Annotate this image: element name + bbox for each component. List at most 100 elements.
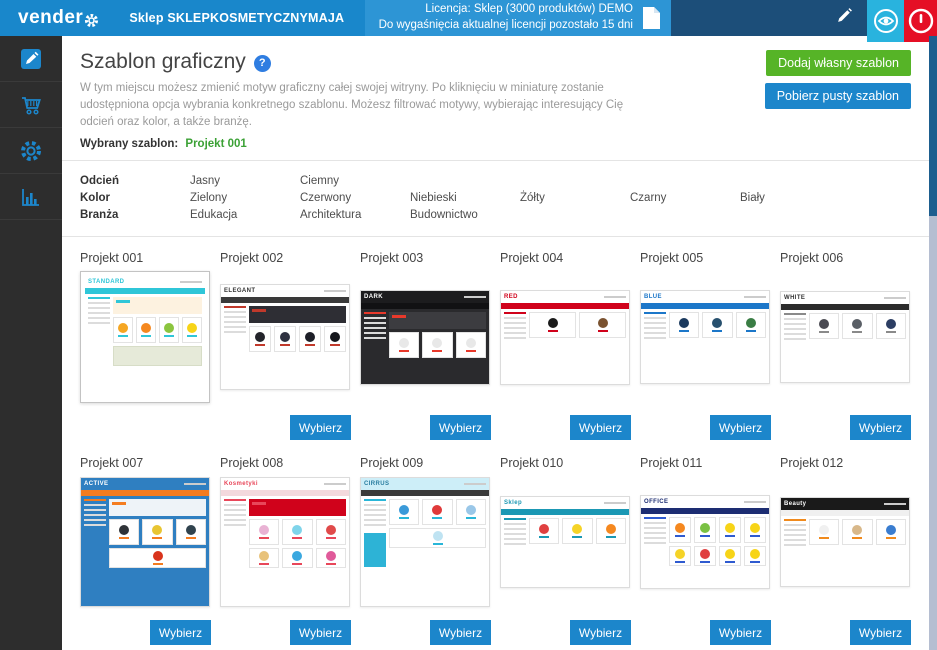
- thumb-logo: CIRRUS: [364, 481, 389, 487]
- filter-row: KolorZielonyCzerwonyNiebieskiŻółtyCzarny…: [80, 190, 929, 207]
- thumb-product-row: [529, 518, 626, 544]
- pencil-icon[interactable]: [836, 7, 853, 29]
- thumb-logo: RED: [504, 294, 518, 300]
- wybierz-button[interactable]: Wybierz: [290, 620, 351, 645]
- filter-option[interactable]: Niebieski: [410, 190, 520, 207]
- filter-option[interactable]: Biały: [740, 190, 850, 207]
- wybierz-button[interactable]: Wybierz: [430, 415, 491, 440]
- template-card: Projekt 011 OFFICE Wybierz: [640, 456, 780, 645]
- wybierz-button[interactable]: Wybierz: [570, 620, 631, 645]
- sidebar: [0, 36, 62, 650]
- template-title: Projekt 008: [220, 456, 360, 472]
- wybierz-button[interactable]: Wybierz: [710, 415, 771, 440]
- wybierz-button[interactable]: Wybierz: [290, 415, 351, 440]
- filter-panel: OdcieńJasnyCiemnyKolorZielonyCzerwonyNie…: [62, 161, 929, 237]
- filter-option[interactable]: Budownictwo: [410, 207, 520, 224]
- scrollbar-thumb[interactable]: [929, 36, 937, 216]
- page-description: W tym miejscu możesz zmienić motyw grafi…: [80, 80, 655, 131]
- template-thumbnail[interactable]: WHITE: [780, 291, 910, 383]
- filter-option[interactable]: Edukacja: [190, 207, 300, 224]
- template-title: Projekt 004: [500, 251, 640, 267]
- filter-row: BranżaEdukacjaArchitekturaBudownictwo: [80, 207, 929, 224]
- download-empty-template-button[interactable]: Pobierz pusty szablon: [765, 83, 911, 109]
- template-thumbnail[interactable]: Beauty: [780, 497, 910, 587]
- filter-option[interactable]: Architektura: [300, 207, 410, 224]
- wybierz-button[interactable]: Wybierz: [430, 620, 491, 645]
- template-card: Projekt 009CIRRUSWybierz: [360, 456, 500, 645]
- wybierz-button[interactable]: Wybierz: [710, 620, 771, 645]
- page-title: Szablon graficzny: [80, 50, 246, 74]
- filter-option[interactable]: Zielony: [190, 190, 300, 207]
- thumb-product-row: [249, 548, 346, 568]
- template-thumbnail[interactable]: ACTIVE: [80, 477, 210, 607]
- sidebar-item-orders[interactable]: [0, 82, 62, 128]
- template-card: Projekt 002ELEGANTWybierz: [220, 251, 360, 440]
- template-card: Projekt 003 DARK Wybierz: [360, 251, 500, 440]
- thumb-product-row: [389, 528, 486, 548]
- power-icon: [907, 7, 935, 35]
- template-title: Projekt 010: [500, 456, 640, 472]
- vendero-logo[interactable]: vender: [18, 0, 99, 36]
- template-title: Projekt 011: [640, 456, 780, 472]
- selected-template-label: Wybrany szablon:: [80, 138, 178, 150]
- thumb-logo: DARK: [364, 294, 383, 300]
- thumb-product-row: [389, 499, 486, 525]
- wybierz-button[interactable]: Wybierz: [850, 415, 911, 440]
- sidebar-item-stats[interactable]: [0, 174, 62, 220]
- template-title: Projekt 003: [360, 251, 500, 267]
- template-card: Projekt 007 ACTIVE Wybierz: [80, 456, 220, 645]
- template-thumbnail[interactable]: DARK: [360, 290, 490, 385]
- thumb-product-row: [389, 332, 486, 358]
- template-thumbnail[interactable]: RED: [500, 290, 630, 385]
- template-thumbnail[interactable]: Kosmetyki: [220, 477, 350, 607]
- template-grid: Projekt 001STANDARDProjekt 002ELEGANTWyb…: [62, 237, 929, 645]
- license-line1: Licencja: Sklep (3000 produktów) DEMO: [379, 2, 633, 18]
- template-thumbnail[interactable]: BLUE: [640, 290, 770, 384]
- template-title: Projekt 005: [640, 251, 780, 267]
- eye-icon: [872, 7, 900, 35]
- filter-option[interactable]: Jasny: [190, 173, 300, 190]
- wybierz-button[interactable]: Wybierz: [570, 415, 631, 440]
- help-icon[interactable]: ?: [254, 55, 271, 72]
- filter-option[interactable]: Ciemny: [300, 173, 410, 190]
- template-title: Projekt 006: [780, 251, 920, 267]
- sidebar-item-edit[interactable]: [0, 36, 62, 82]
- wybierz-button[interactable]: Wybierz: [850, 620, 911, 645]
- selected-template-value[interactable]: Projekt 001: [185, 138, 246, 150]
- sidebar-item-settings[interactable]: [0, 128, 62, 174]
- scrollbar-track[interactable]: [929, 36, 937, 650]
- thumb-logo: ACTIVE: [84, 481, 108, 487]
- cart-icon: [18, 92, 44, 118]
- filter-label: Branża: [80, 207, 190, 224]
- thumb-product-row: [109, 519, 206, 545]
- template-thumbnail[interactable]: CIRRUS: [360, 477, 490, 607]
- thumb-logo: WHITE: [784, 295, 805, 301]
- shop-name: Sklep SKLEPKOSMETYCZNYMAJA: [129, 0, 344, 36]
- main-content: Szablon graficzny ? W tym miejscu możesz…: [62, 36, 929, 650]
- template-card: Projekt 010 Sklep Wybierz: [500, 456, 640, 645]
- template-thumbnail[interactable]: ELEGANT: [220, 284, 350, 390]
- filter-option[interactable]: Czerwony: [300, 190, 410, 207]
- thumb-product-row: [249, 519, 346, 545]
- template-title: Projekt 007: [80, 456, 220, 472]
- filter-option[interactable]: Żółty: [520, 190, 630, 207]
- template-thumbnail[interactable]: Sklep: [500, 496, 630, 588]
- thumb-logo: BLUE: [644, 294, 662, 300]
- topbar: vender Sklep SKLEPKOSMETYCZNYMAJA Licenc…: [0, 0, 937, 36]
- thumb-logo: STANDARD: [88, 279, 124, 285]
- thumb-product-row: [809, 519, 906, 545]
- thumb-product-row: [109, 548, 206, 568]
- thumb-logo: OFFICE: [644, 499, 668, 505]
- template-card: Projekt 001STANDARD: [80, 251, 220, 440]
- document-icon[interactable]: [642, 6, 661, 30]
- template-thumbnail[interactable]: OFFICE: [640, 495, 770, 589]
- add-own-template-button[interactable]: Dodaj własny szablon: [766, 50, 911, 76]
- template-thumbnail[interactable]: STANDARD: [80, 271, 210, 403]
- page-header: Szablon graficzny ? W tym miejscu możesz…: [62, 36, 929, 150]
- preview-shop-button[interactable]: [867, 0, 904, 42]
- thumb-map-block: [113, 346, 202, 366]
- wybierz-button[interactable]: Wybierz: [150, 620, 211, 645]
- filter-label: Kolor: [80, 190, 190, 207]
- filter-option[interactable]: Czarny: [630, 190, 740, 207]
- thumb-product-row: [249, 326, 346, 352]
